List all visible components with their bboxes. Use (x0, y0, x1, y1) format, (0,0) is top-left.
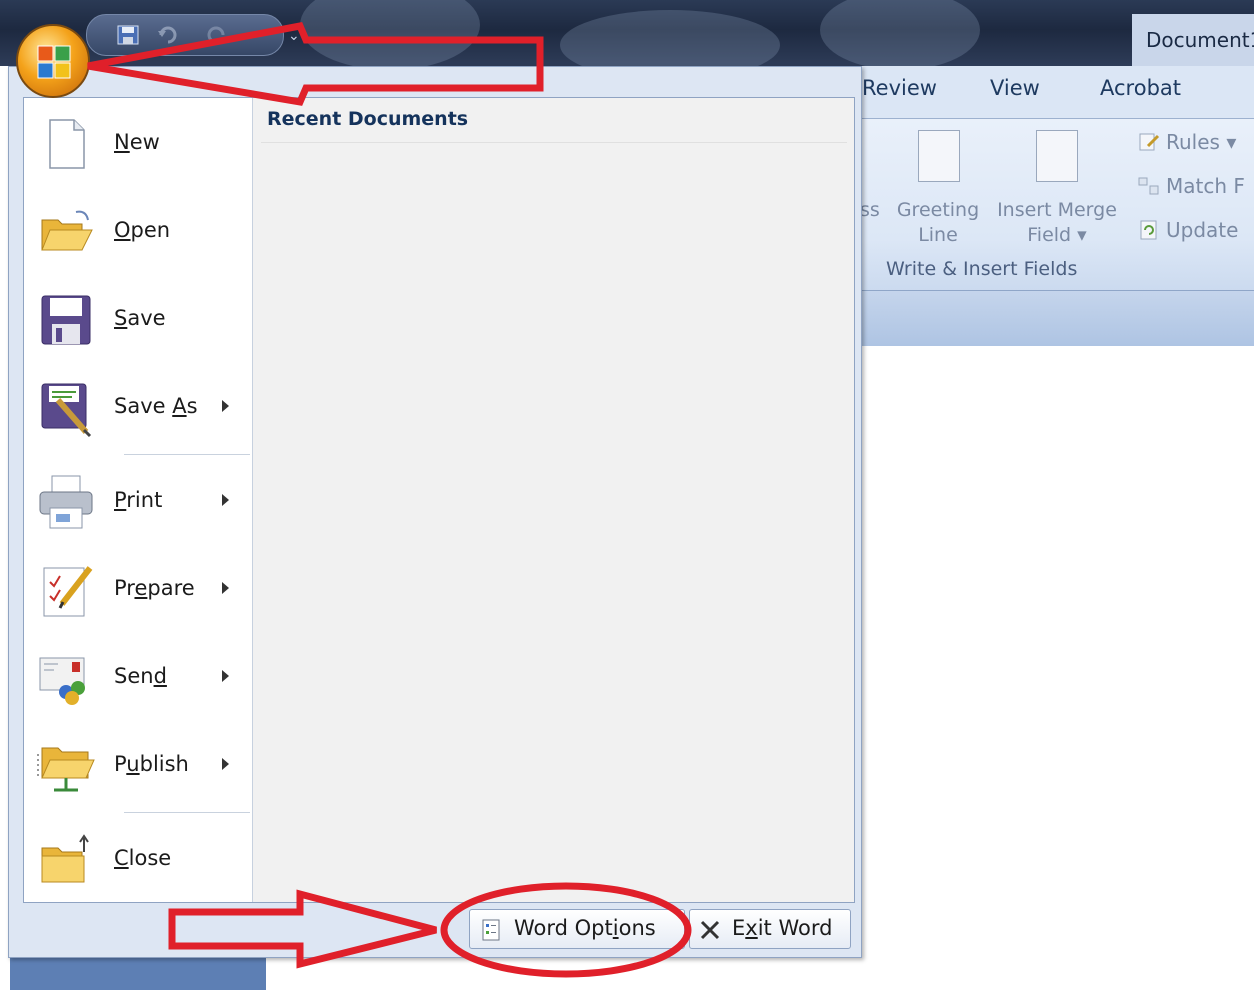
save-icon[interactable] (117, 25, 139, 45)
ribbon-bottom-bar (858, 290, 1254, 346)
menu-item-label: Close (114, 846, 172, 870)
undo-icon[interactable] (157, 25, 179, 45)
menu-item-prepare[interactable]: Prepare (24, 548, 252, 628)
insert-merge-field-button[interactable]: Insert Merge Field ▾ (990, 198, 1124, 248)
rules-label: Rules (1166, 130, 1220, 154)
menu-item-print[interactable]: Print (24, 460, 252, 540)
insert-merge-field-label-1: Insert Merge (997, 199, 1117, 221)
command-list: New Open Save Save As Print Prepare Send… (24, 98, 252, 902)
office-button[interactable] (16, 24, 90, 98)
menu-item-label: Publish (114, 752, 189, 776)
greeting-line-icon (918, 130, 960, 182)
insert-merge-field-icon (1036, 130, 1078, 182)
document-margin-strip (10, 958, 266, 990)
menu-item-label: Save (114, 306, 166, 330)
send-icon (39, 657, 85, 705)
options-document-icon (482, 919, 500, 941)
tab-acrobat[interactable]: Acrobat (1100, 76, 1181, 100)
submenu-arrow-icon (222, 494, 229, 506)
menu-item-publish[interactable]: Publish (24, 724, 252, 804)
menu-item-close[interactable]: Close (24, 818, 252, 898)
menu-item-label: New (114, 130, 160, 154)
submenu-arrow-icon (222, 400, 229, 412)
close-x-icon (700, 920, 720, 940)
insert-merge-field-label-2: Field (1027, 224, 1072, 246)
menu-item-label: Prepare (114, 576, 195, 600)
submenu-arrow-icon (222, 758, 229, 770)
word-options-button[interactable]: Word Options (469, 909, 685, 949)
office-menu-footer: Word Options Exit Word (9, 903, 861, 959)
rules-button[interactable]: Rules ▾ (1138, 130, 1236, 154)
save-as-icon (41, 383, 92, 438)
address-block-partial-label: ss (860, 199, 880, 221)
greeting-line-label-1: Greeting (896, 199, 980, 221)
menu-item-send[interactable]: Send (24, 636, 252, 716)
menu-item-label: Send (114, 664, 167, 688)
menu-item-save-as[interactable]: Save As (24, 366, 252, 446)
match-fields-icon (1138, 176, 1160, 196)
submenu-arrow-icon (222, 670, 229, 682)
office-menu-body: New Open Save Save As Print Prepare Send… (23, 97, 855, 903)
menu-item-label: Save As (114, 394, 198, 418)
update-labels-button[interactable]: Update (1138, 218, 1238, 242)
save-disk-icon (41, 295, 91, 345)
customize-toolbar-dropdown-icon[interactable]: ⌄ (288, 28, 300, 44)
title-bar: ⌄ Document1 (0, 0, 1254, 66)
exit-word-label: Exit Word (732, 916, 833, 940)
publish-icon (37, 747, 95, 792)
group-label-write-insert-fields: Write & Insert Fields (886, 258, 1078, 280)
menu-separator (124, 454, 250, 455)
menu-item-label: Print (114, 488, 163, 512)
office-logo-icon (37, 45, 71, 79)
close-folder-icon (41, 834, 89, 883)
menu-item-label: Open (114, 218, 171, 242)
prepare-icon (43, 566, 93, 617)
exit-word-button[interactable]: Exit Word (689, 909, 851, 949)
menu-item-new[interactable]: New (24, 102, 252, 182)
update-labels-icon (1138, 220, 1160, 240)
greeting-line-label-2: Line (918, 224, 958, 246)
document-title: Document1 (1132, 14, 1254, 66)
open-folder-icon (41, 210, 93, 251)
update-labels-label: Update (1166, 218, 1239, 242)
recent-documents-heading: Recent Documents (267, 108, 469, 130)
submenu-arrow-icon (222, 582, 229, 594)
recent-documents-divider (261, 142, 847, 143)
rules-icon (1138, 132, 1160, 152)
printer-icon (39, 475, 93, 529)
menu-separator (124, 812, 250, 813)
word-options-label: Word Options (514, 916, 656, 940)
menu-item-open[interactable]: Open (24, 190, 252, 270)
greeting-line-button[interactable]: Greeting Line (890, 198, 986, 248)
office-menu: New Open Save Save As Print Prepare Send… (8, 66, 862, 958)
tab-view[interactable]: View (990, 76, 1040, 100)
match-fields-label: Match F (1166, 174, 1245, 198)
dropdown-arrow-icon: ▾ (1077, 224, 1087, 246)
dropdown-arrow-icon: ▾ (1226, 130, 1237, 154)
match-fields-button[interactable]: Match F (1138, 174, 1245, 198)
recent-documents-pane: Recent Documents (252, 98, 854, 902)
menu-item-save[interactable]: Save (24, 278, 252, 358)
tab-review[interactable]: Review (862, 76, 937, 100)
new-document-icon (49, 119, 85, 169)
quick-access-toolbar (86, 14, 284, 56)
redo-icon[interactable] (205, 25, 227, 45)
